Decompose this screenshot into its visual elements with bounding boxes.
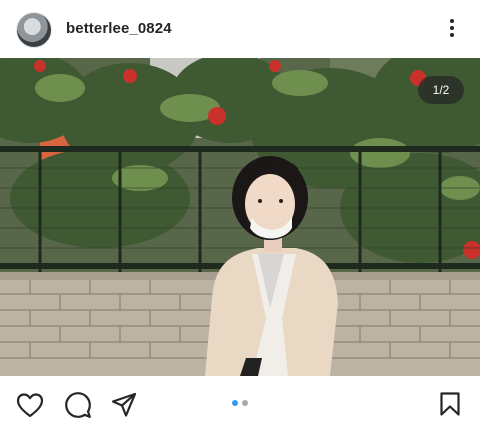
media-counter: 1/2 [418,76,464,104]
username[interactable]: betterlee_0824 [66,20,172,37]
post-header: betterlee_0824 [0,0,480,58]
more-options-icon[interactable] [446,17,458,39]
carousel-dot-active [232,400,238,406]
paper-plane-icon[interactable] [111,392,137,418]
avatar[interactable] [16,12,52,48]
action-bar [0,376,480,426]
photo-image [0,58,480,376]
heart-icon[interactable] [16,392,44,418]
bookmark-icon[interactable] [439,391,461,417]
comment-icon[interactable] [64,391,92,419]
post-photo[interactable]: 1/2 [0,58,480,376]
carousel-dot [242,400,248,406]
